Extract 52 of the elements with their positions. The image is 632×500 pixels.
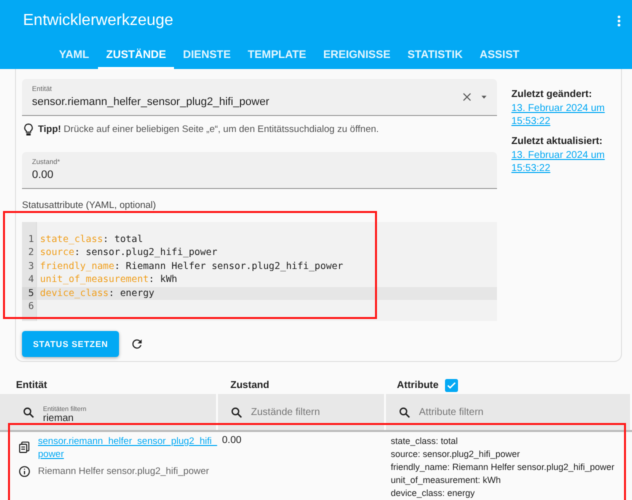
attribute-line: state_class: total (390, 435, 459, 448)
filter-field[interactable]: Attribute filtern (386, 394, 632, 430)
lightbulb-icon (22, 122, 35, 137)
table-cell: 0.00 (222, 435, 242, 446)
attribute-line: unit_of_measurement: kWh (390, 474, 502, 487)
search-icon (22, 406, 35, 418)
attribute-line: friendly_name: Riemann Helfer sensor.plug2_hifi_power (390, 461, 616, 474)
meta-label: Zuletzt geändert: (511, 89, 593, 100)
code-line: state_class: total (40, 234, 143, 245)
set-state-button[interactable]: STATUS SETZEN (22, 331, 120, 357)
editor-label: Statusattribute (YAML, optional) (22, 200, 157, 211)
info-icon[interactable] (18, 465, 31, 478)
attribute-line: device_class: energy (390, 487, 476, 500)
tip-text: Tipp! Drücke auf einer beliebigen Seite „e“, um den Entitätssuchdialog zu öffnen. (38, 124, 379, 135)
search-icon (230, 406, 243, 418)
column-header: Entität (16, 380, 48, 390)
code-line: unit_of_measurement: kWh (40, 274, 178, 286)
page-title: Entwicklerwerkzeuge (23, 12, 174, 30)
line-number: 2 (27, 246, 35, 260)
line-number: 5 (22, 286, 36, 300)
field-value: rieman (43, 413, 75, 424)
code-line: source: sensor.plug2_hifi_power (40, 247, 218, 258)
timestamp-link[interactable]: 13. Februar 2024 um 15:53:22 (511, 149, 621, 175)
entity-link[interactable]: sensor.riemann_helfer_sensor_plug2_hifi_power (38, 435, 218, 461)
filter-placeholder: Attribute filtern (419, 406, 484, 418)
refresh-icon[interactable] (130, 337, 144, 351)
checkbox[interactable] (444, 378, 458, 392)
field-value: 0.00 (32, 169, 54, 181)
line-number: 3 (27, 260, 35, 274)
filter-field[interactable]: Zustände filtern (218, 394, 386, 430)
tab[interactable]: YAML (51, 39, 98, 69)
timestamp-link[interactable]: 13. Februar 2024 um 15:53:22 (511, 102, 621, 128)
field-value: sensor.riemann_helfer_sensor_plug2_hifi_power (32, 96, 270, 108)
clipboard-list-icon[interactable] (18, 440, 31, 454)
column-header: Zustand (230, 380, 270, 390)
filter-placeholder: Zustände filtern (251, 406, 320, 418)
friendly-name: Riemann Helfer sensor.plug2_hifi_power (38, 466, 210, 477)
search-icon (398, 406, 411, 418)
tab[interactable]: EREIGNISSE (315, 39, 398, 69)
clear-icon[interactable] (461, 91, 474, 103)
meta-label: Zuletzt aktualisiert: (511, 136, 604, 147)
line-number: 4 (27, 273, 35, 287)
tab[interactable]: STATISTIK (399, 39, 471, 69)
line-number: 6 (27, 300, 35, 314)
code-line: friendly_name: Riemann Helfer sensor.plug2_hifi_power (40, 260, 344, 272)
tab[interactable]: DIENSTE (175, 39, 239, 69)
column-header: Attribute (396, 380, 439, 390)
line-number: 1 (27, 233, 35, 246)
tab[interactable]: TEMPLATE (240, 39, 314, 69)
attribute-line: source: sensor.plug2_hifi_power (390, 448, 521, 461)
code-line: device_class: energy (40, 288, 154, 299)
tab[interactable]: ASSIST (472, 39, 528, 69)
